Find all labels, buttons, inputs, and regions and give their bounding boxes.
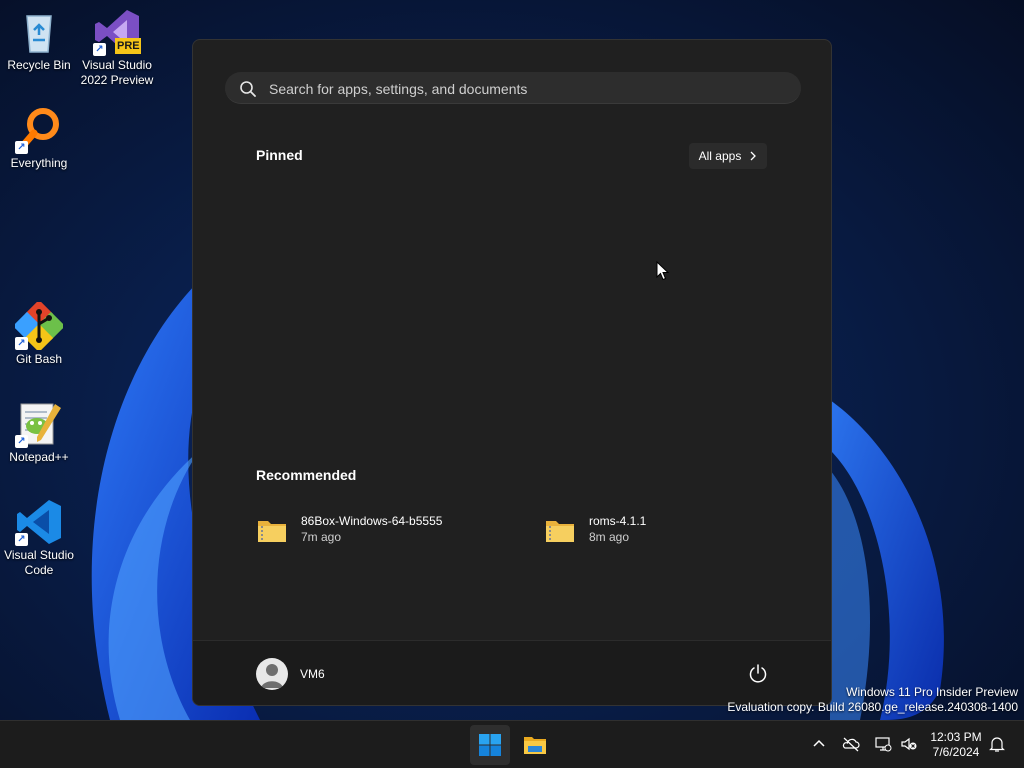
- desktop-icon-vscode[interactable]: ↗ Visual Studio Code: [1, 498, 77, 578]
- watermark-line-2: Evaluation copy. Build 26080.ge_release.…: [727, 700, 1018, 714]
- zip-folder-icon: [258, 521, 286, 542]
- desktop-icon-label: Visual Studio Code: [4, 548, 74, 577]
- recycle-bin-icon: [26, 15, 52, 53]
- recommended-item-time: 8m ago: [589, 530, 630, 544]
- search-input[interactable]: [267, 72, 791, 106]
- notification-bell-icon[interactable]: [988, 735, 1006, 753]
- shortcut-arrow-icon: ↗: [15, 337, 28, 350]
- recommended-item-time: 7m ago: [301, 530, 342, 544]
- clock-date: 7/6/2024: [932, 745, 980, 759]
- desktop-icon-everything[interactable]: ↗ Everything: [1, 106, 77, 171]
- desktop-icon-label: Visual Studio 2022 Preview: [80, 58, 154, 87]
- shortcut-arrow-icon: ↗: [15, 533, 28, 546]
- recommended-item[interactable]: roms-4.1.1 8m ago: [545, 512, 795, 556]
- desktop-icon-notepad-plus-plus[interactable]: ↗ Notepad++: [1, 400, 77, 465]
- file-explorer-icon: [524, 737, 546, 754]
- mouse-cursor-icon: [656, 261, 670, 281]
- chevron-right-icon: [750, 151, 757, 161]
- power-icon[interactable]: [747, 663, 769, 685]
- shortcut-arrow-icon: ↗: [93, 43, 106, 56]
- recommended-item-name: roms-4.1.1: [589, 514, 647, 528]
- network-disconnected-icon[interactable]: [874, 735, 892, 753]
- user-name[interactable]: VM6: [300, 667, 325, 681]
- evaluation-watermark: Windows 11 Pro Insider Preview Evaluatio…: [727, 685, 1018, 715]
- chevron-up-icon[interactable]: [810, 735, 828, 753]
- desktop-icon-label: Recycle Bin: [7, 58, 71, 72]
- shortcut-arrow-icon: ↗: [15, 435, 28, 448]
- desktop-icon-label: Git Bash: [15, 352, 63, 366]
- recommended-item[interactable]: 86Box-Windows-64-b5555 7m ago: [257, 512, 507, 556]
- desktop-icon-recycle-bin[interactable]: Recycle Bin: [1, 8, 77, 73]
- desktop-icon-label: Everything: [10, 156, 68, 170]
- taskbar: 12:03 PM 7/6/2024: [0, 720, 1024, 768]
- desktop-icon-git-bash[interactable]: ↗ Git Bash: [1, 302, 77, 367]
- user-avatar[interactable]: [256, 658, 288, 690]
- taskbar-clock[interactable]: 12:03 PM 7/6/2024: [922, 730, 990, 760]
- volume-muted-icon[interactable]: [900, 735, 918, 753]
- start-menu: Pinned All apps Recommended 86Box-Window…: [192, 39, 832, 706]
- watermark-line-1: Windows 11 Pro Insider Preview: [846, 685, 1018, 699]
- all-apps-label: All apps: [698, 149, 742, 163]
- desktop-icon-label: Notepad++: [9, 450, 69, 464]
- pre-badge-text: PRE: [117, 40, 140, 52]
- user-avatar-icon: [261, 664, 283, 688]
- zip-folder-icon: [546, 521, 574, 542]
- onedrive-offline-icon[interactable]: [842, 735, 860, 753]
- clock-time: 12:03 PM: [930, 730, 982, 744]
- shortcut-arrow-icon: ↗: [15, 141, 28, 154]
- pinned-heading: Pinned: [256, 147, 303, 163]
- desktop-icon-visual-studio-preview[interactable]: PRE ↗ Visual Studio 2022 Preview: [79, 8, 155, 88]
- start-button[interactable]: [470, 725, 510, 765]
- recommended-item-name: 86Box-Windows-64-b5555: [301, 514, 443, 528]
- start-search-box[interactable]: [225, 72, 801, 106]
- search-icon: [240, 81, 256, 97]
- recommended-heading: Recommended: [256, 467, 357, 483]
- windows-logo-icon: [479, 734, 501, 756]
- file-explorer-button[interactable]: [515, 725, 555, 765]
- all-apps-button[interactable]: All apps: [689, 143, 767, 169]
